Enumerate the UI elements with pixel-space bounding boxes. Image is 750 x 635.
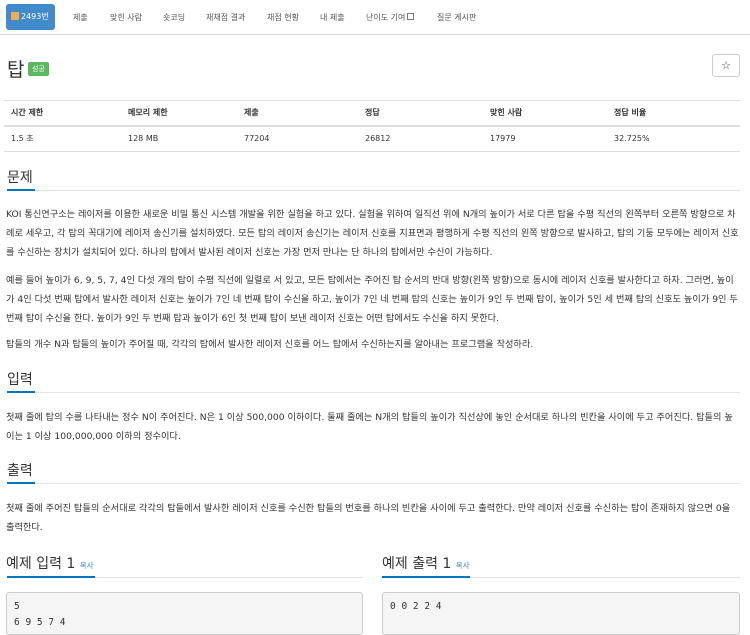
nav-item-my-submissions[interactable]: 내 제출 xyxy=(320,0,345,35)
table-header: 메모리 제한 xyxy=(121,100,237,127)
heading-underline xyxy=(7,576,95,578)
table-header: 시간 제한 xyxy=(4,100,121,127)
star-button[interactable]: ☆ xyxy=(712,54,740,77)
section-divider xyxy=(7,392,740,393)
nav-item-short-coding[interactable]: 숏코딩 xyxy=(163,0,185,35)
sample-input-heading: 예제 입력 1 복사 xyxy=(6,553,94,573)
table-cell: 128 MB xyxy=(121,125,237,152)
heading-underline xyxy=(382,576,470,578)
problem-title: 탑 xyxy=(7,59,25,81)
table-cell: 32.725% xyxy=(607,125,740,152)
heading-underline xyxy=(7,391,35,393)
sample-input-box: 5 6 9 5 7 4 xyxy=(6,592,363,635)
problem-info-table: 시간 제한 메모리 제한 제출 정답 맞힌 사람 정답 비율 1.5 초 128… xyxy=(4,100,740,152)
external-link-icon xyxy=(407,13,415,20)
copy-sample-output-button[interactable]: 복사 xyxy=(456,561,470,570)
nav-item-solved-users[interactable]: 맞힌 사람 xyxy=(110,0,142,35)
output-description: 첫째 줄에 주어진 탑들의 순서대로 각각의 탑들에서 발사한 레이저 신호를 … xyxy=(6,503,731,533)
table-header: 정답 비율 xyxy=(607,100,740,127)
description-paragraph: KOI 통신연구소는 레이저를 이용한 새로운 비밀 통신 시스템 개발을 위한… xyxy=(6,209,739,258)
sample-output-box: 0 0 2 2 4 xyxy=(382,592,740,635)
sample-output-heading: 예제 출력 1 복사 xyxy=(382,553,470,573)
table-cell: 1.5 초 xyxy=(4,125,121,152)
nav-problem-id-label: 2493번 xyxy=(21,12,49,21)
sample-output-title: 예제 출력 1 xyxy=(382,556,452,572)
description-paragraph: 예를 들어 높이가 6, 9, 5, 7, 4인 다섯 개의 탑이 수평 직선에… xyxy=(6,275,738,324)
input-heading: 입력 xyxy=(7,372,33,388)
medal-icon xyxy=(11,12,19,20)
status-badge: 성공 xyxy=(28,62,49,76)
table-cell: 77204 xyxy=(237,125,358,152)
section-divider xyxy=(7,190,740,191)
table-header: 제출 xyxy=(237,100,358,127)
table-header-row: 시간 제한 메모리 제한 제출 정답 맞힌 사람 정답 비율 xyxy=(4,100,740,127)
table-header: 정답 xyxy=(358,100,483,127)
nav-item-rejudge-results[interactable]: 재채점 결과 xyxy=(206,0,245,35)
heading-underline xyxy=(7,189,35,191)
input-description: 첫째 줄에 탑의 수를 나타내는 정수 N이 주어진다. N은 1 이상 500… xyxy=(6,412,733,442)
output-heading: 출력 xyxy=(7,463,33,479)
table-cell: 17979 xyxy=(483,125,607,152)
table-cell: 26812 xyxy=(358,125,483,152)
problem-nav-bar: 2493번 제출 맞힌 사람 숏코딩 재채점 결과 채점 현황 내 제출 난이도… xyxy=(0,0,750,35)
nav-problem-id-button[interactable]: 2493번 xyxy=(6,4,55,30)
copy-sample-input-button[interactable]: 복사 xyxy=(80,561,94,570)
nav-item-question-board[interactable]: 질문 게시판 xyxy=(437,0,476,35)
nav-item-difficulty-label: 난이도 기여 xyxy=(366,13,406,22)
description-paragraph: 탑들의 개수 N과 탑들의 높이가 주어질 때, 각각의 탑에서 발사한 레이저… xyxy=(6,339,534,350)
nav-item-submit[interactable]: 제출 xyxy=(73,0,88,35)
section-divider xyxy=(7,483,740,484)
heading-underline xyxy=(7,482,35,484)
table-row: 1.5 초 128 MB 77204 26812 17979 32.725% xyxy=(4,125,740,152)
description-heading: 문제 xyxy=(7,170,33,186)
sample-input-title: 예제 입력 1 xyxy=(6,556,76,572)
nav-item-difficulty-contribution[interactable]: 난이도 기여 xyxy=(366,0,415,35)
table-header: 맞힌 사람 xyxy=(483,100,607,127)
nav-item-judge-status[interactable]: 채점 현황 xyxy=(267,0,299,35)
